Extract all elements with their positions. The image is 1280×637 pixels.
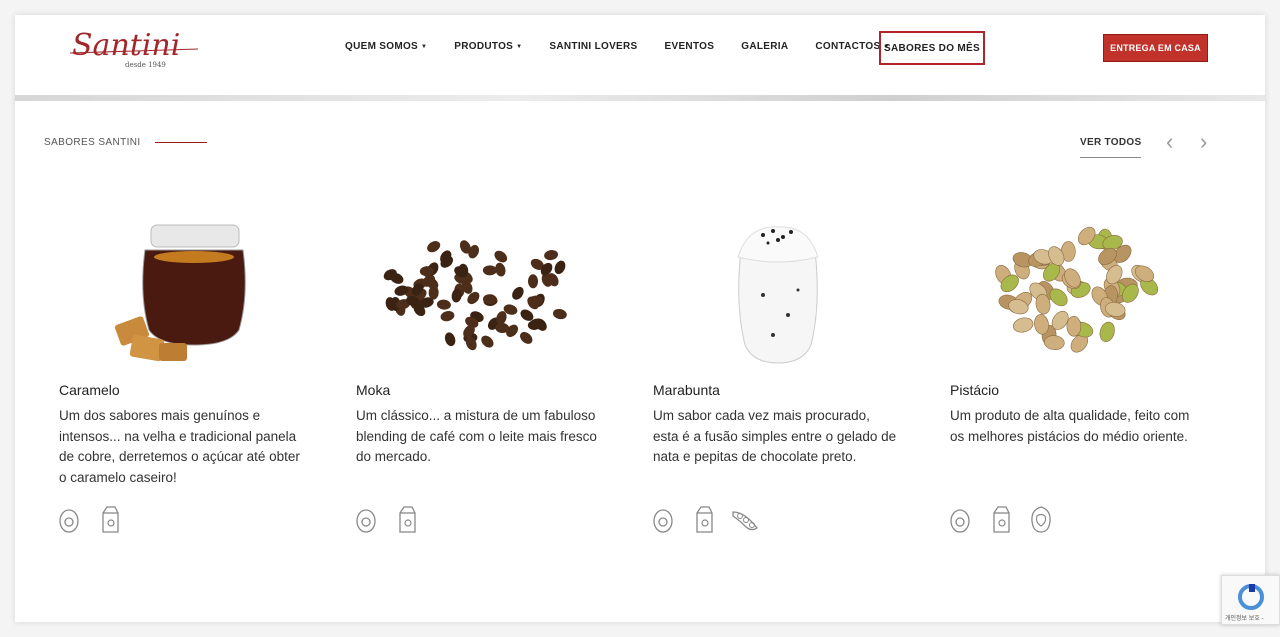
main-nav: QUEM SOMOS ▼ PRODUTOS ▼ SANTINI LOVERS EVE…	[345, 41, 917, 52]
section-title: SABORES SANTINI	[44, 137, 141, 148]
cream-jar-image	[653, 195, 903, 375]
flavor-name: Pistácio	[950, 382, 1000, 398]
nav-label: GALERIA	[741, 41, 789, 52]
coffee-bean	[436, 299, 451, 310]
nut-icon	[1031, 506, 1051, 533]
recaptcha-text: 개인정보 보호 -	[1225, 616, 1264, 622]
caramel-jar-image	[59, 195, 309, 375]
coffee-bean	[512, 286, 524, 300]
coffee-bean	[544, 249, 559, 261]
recaptcha-icon	[1238, 584, 1264, 610]
caret-down-icon: ▼	[421, 43, 428, 50]
coffee-bean	[528, 274, 539, 289]
nav-label: EVENTOS	[664, 41, 715, 52]
allergen-icons	[59, 504, 137, 534]
site-header: Santini desde 1949 QUEM SOMOS ▼ PRODUTOS ▼…	[15, 15, 1265, 95]
santini-logo[interactable]: Santini desde 1949	[69, 25, 200, 73]
egg-icon	[950, 509, 970, 533]
caret-down-icon: ▼	[516, 43, 523, 50]
nav-galeria[interactable]: GALERIA	[741, 41, 788, 52]
milk-carton-icon	[102, 506, 119, 533]
section-divider	[154, 142, 207, 143]
nav-label: CONTACTOS	[815, 41, 881, 52]
nav-label: QUEM SOMOS	[345, 41, 419, 52]
allergen-icons	[950, 504, 1067, 534]
coffee-bean	[482, 265, 497, 276]
coffee-bean	[520, 331, 533, 344]
coffee-bean	[481, 335, 494, 348]
flavor-name: Marabunta	[653, 382, 720, 398]
delivery-button[interactable]: ENTREGA EM CASA	[1103, 34, 1208, 62]
flavor-description: Um produto de alta qualidade, feito com …	[950, 408, 1190, 444]
flavor-card[interactable]: Moka Um clássico... a mistura de um fabu…	[356, 195, 606, 533]
allergen-icons	[653, 504, 774, 534]
chevron-right-icon[interactable]: ›	[1200, 131, 1207, 153]
pistachio	[1013, 317, 1034, 333]
coffee-beans-image	[356, 195, 606, 375]
egg-icon	[59, 509, 79, 533]
nav-sabores-do-mes[interactable]: SABORES DO MÊS	[879, 31, 985, 65]
coffee-bean	[440, 310, 455, 322]
logo-text: Santini	[72, 28, 180, 63]
milk-carton-icon	[696, 506, 713, 533]
pistachio	[1099, 321, 1115, 343]
nav-quem-somos[interactable]: QUEM SOMOS ▼	[345, 41, 427, 52]
egg-icon	[356, 509, 376, 533]
see-all-link[interactable]: VER TODOS	[1080, 137, 1142, 158]
flavor-description: Um clássico... a mistura de um fabuloso …	[356, 408, 597, 464]
nav-produtos[interactable]: PRODUTOS ▼	[454, 41, 522, 52]
nav-label: SANTINI LOVERS	[549, 41, 638, 52]
coffee-bean	[554, 260, 566, 275]
flavor-card[interactable]: Marabunta Um sabor cada vez mais procura…	[653, 195, 903, 533]
coffee-bean	[552, 308, 567, 320]
flavor-name: Caramelo	[59, 382, 120, 398]
pistachio	[1066, 316, 1082, 337]
chevron-left-icon[interactable]: ‹	[1166, 131, 1173, 153]
milk-carton-icon	[993, 506, 1010, 533]
milk-carton-icon	[399, 506, 416, 533]
flavor-description: Um dos sabores mais genuínos e intensos.…	[59, 408, 300, 485]
flavor-name: Moka	[356, 382, 391, 398]
recaptcha-badge[interactable]: 개인정보 보호 -	[1221, 575, 1280, 625]
coffee-bean	[444, 332, 456, 347]
header-banner-strip	[15, 95, 1265, 101]
logo-tagline: desde 1949	[125, 61, 166, 69]
coffee-bean	[495, 262, 506, 277]
allergen-icons	[356, 504, 434, 534]
flavor-description: Um sabor cada vez mais procurado, esta é…	[653, 408, 897, 464]
flavor-card[interactable]: Pistácio Um produto de alta qualidade, f…	[950, 195, 1200, 533]
nav-label: PRODUTOS	[454, 41, 514, 52]
section-heading: SABORES SANTINI	[44, 137, 207, 148]
coffee-bean	[427, 241, 441, 253]
egg-icon	[653, 509, 673, 533]
flavor-card[interactable]: Caramelo Um dos sabores mais genuínos e …	[59, 195, 309, 533]
nav-eventos[interactable]: EVENTOS	[665, 41, 715, 52]
soy-icon	[732, 511, 758, 531]
coffee-bean	[494, 250, 508, 263]
pistachio-image	[950, 195, 1200, 375]
nav-santini-lovers[interactable]: SANTINI LOVERS	[549, 41, 637, 52]
